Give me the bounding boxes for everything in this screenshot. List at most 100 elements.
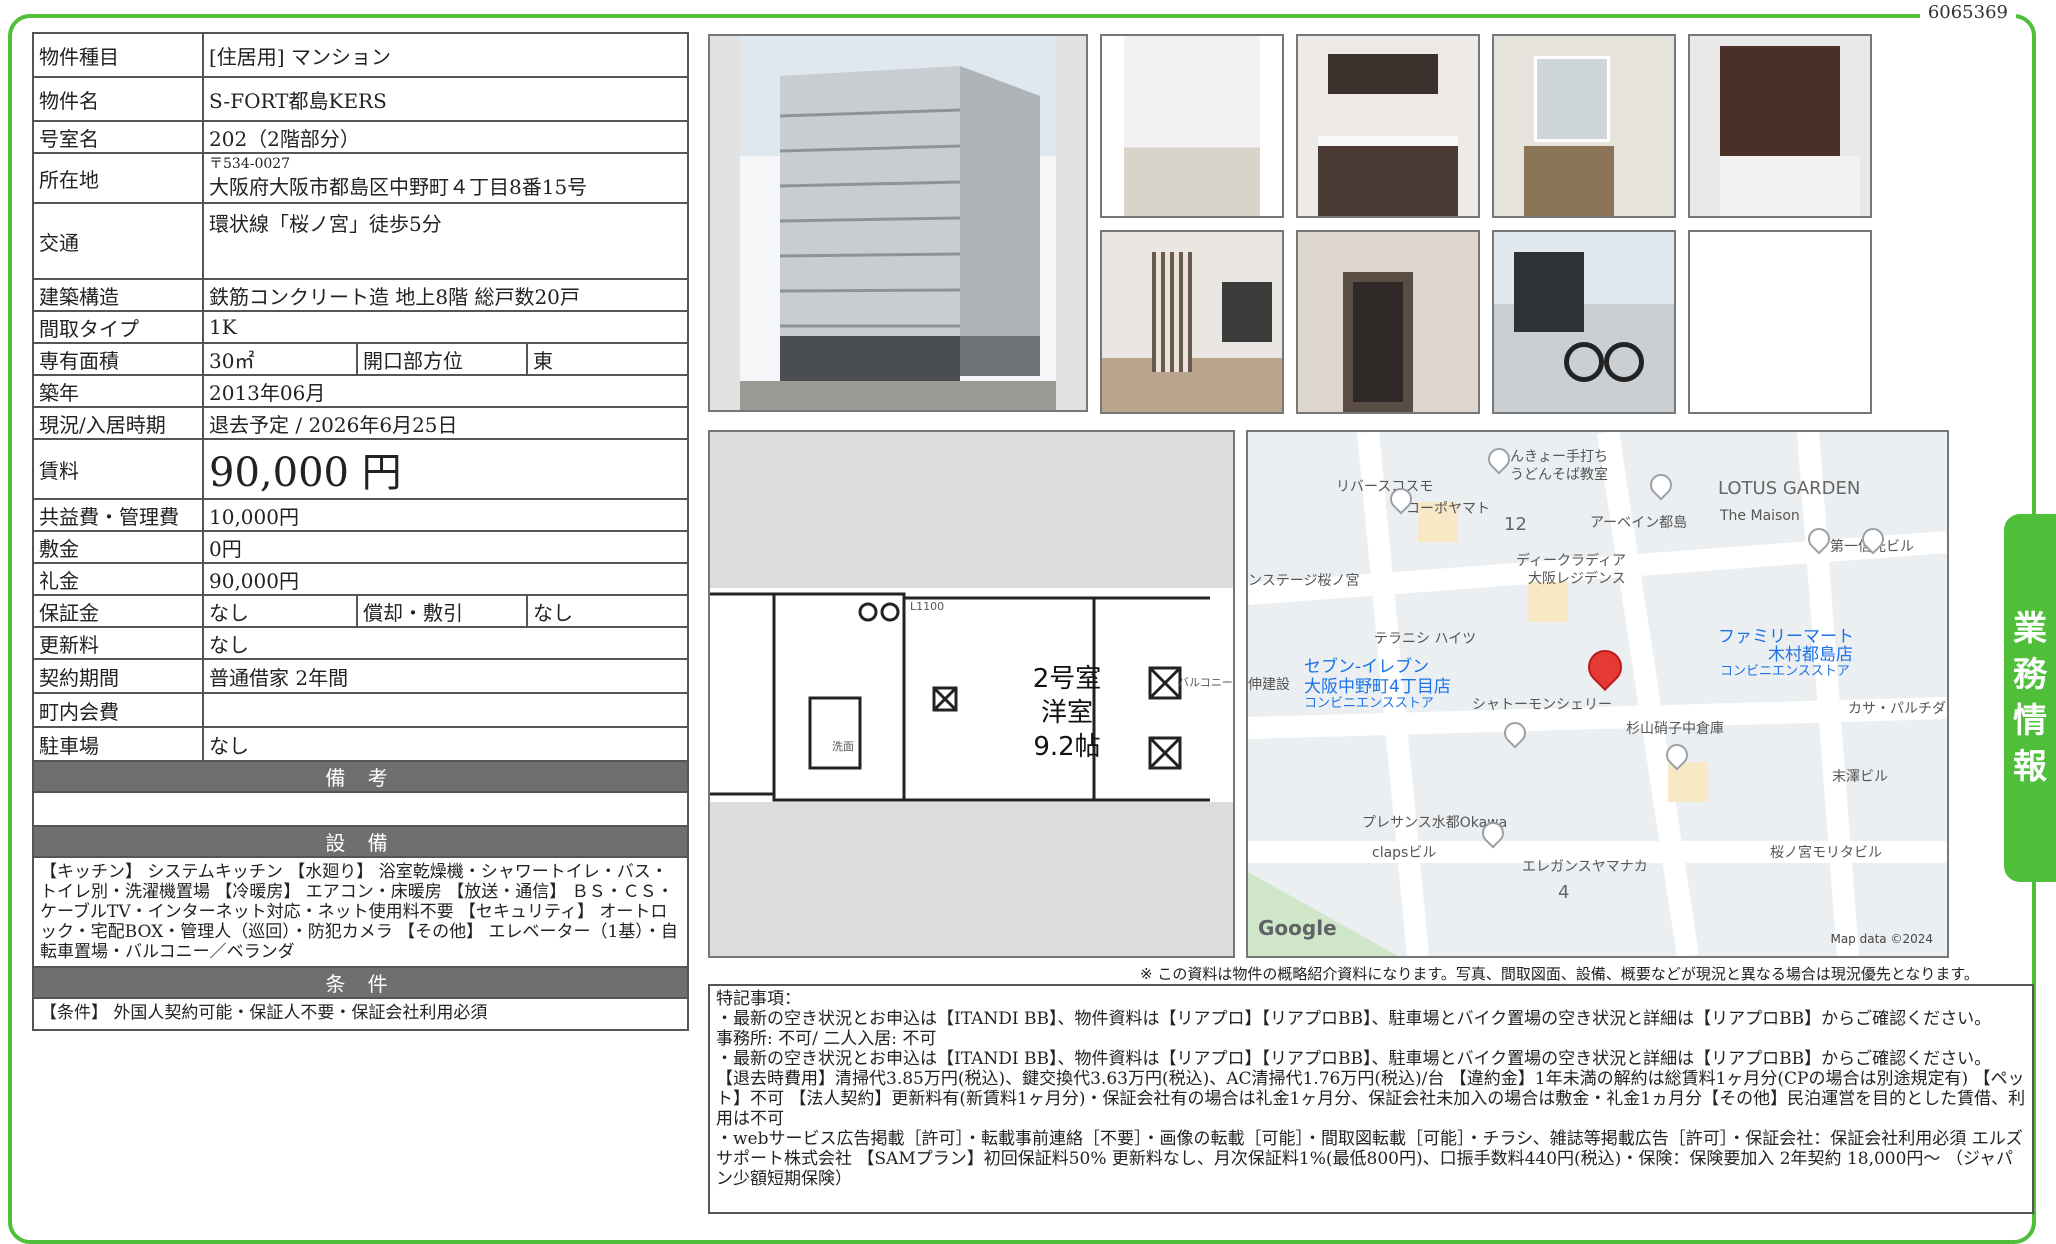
value-deposit: 0円 [202, 530, 689, 564]
value-address: 大阪府大阪市都島区中野町４丁目8番15号 [209, 174, 588, 199]
label-town-fee: 町内会費 [32, 692, 204, 728]
equipment-header: 設 備 [32, 825, 689, 858]
label-parking: 駐車場 [32, 726, 204, 762]
value-room: 202（2階部分） [202, 120, 689, 154]
value-status: 退去予定 / 2026年6月25日 [202, 406, 689, 440]
floor-plan[interactable]: 2号室 洋室 9.2帖 L1100 洗面 バルコニー [708, 430, 1235, 958]
map-label: アーベイン都島 [1590, 515, 1688, 531]
property-info-table: 物件種目 [住居用] マンション 物件名 S-FORT都島KERS 号室名 202（2… [32, 32, 689, 1031]
special-notes: 特記事項： ・最新の空き状況とお申込は【ITANDI BB】、物件資料は【リアプ… [708, 984, 2034, 1214]
special-notes-line: ・最新の空き状況とお申込は【ITANDI BB】、物件資料は【リアプロ】【リアプ… [716, 1009, 1992, 1029]
label-room: 号室名 [32, 120, 204, 154]
map-label: リバースコスモ [1336, 479, 1434, 495]
map-label: 桜ノ宮モリタビル [1770, 845, 1882, 861]
floor-plan-room-number: 2号室 [1032, 664, 1102, 694]
map-label: ディークラディア [1516, 553, 1627, 569]
postal-code: 〒534-0027 [209, 155, 291, 172]
value-type: [住居用] マンション [202, 32, 689, 78]
value-renewal: なし [202, 626, 689, 660]
label-status: 現況/入居時期 [32, 406, 204, 440]
value-contract: 普通借家 2年間 [202, 658, 689, 694]
document-id: 6065369 [1919, 2, 2016, 23]
side-tab-char: 報 [2013, 747, 2047, 787]
conditions-text: 【条件】 外国人契約可能・保証人不要・保証会社利用必須 [32, 997, 689, 1031]
map-label: テラニシ ハイツ [1374, 631, 1477, 647]
map-label: 杉山硝子中倉庫 [1626, 721, 1724, 737]
value-rent: 90,000 円 [202, 438, 689, 500]
map-label: エレガンスヤマナカ [1522, 859, 1648, 875]
map-label: コーポヤマト [1406, 501, 1490, 517]
google-logo: Google [1258, 916, 1337, 940]
special-notes-line: ・webサービス広告掲載［許可］・転載事前連絡［不要］・画像の転載［可能］・間取… [716, 1129, 2023, 1189]
photo-entrance[interactable] [1100, 230, 1284, 414]
photo-empty-slot [1688, 230, 1872, 414]
value-orientation: 東 [526, 342, 689, 376]
special-notes-line: 事務所: 不可/ 二人入居: 不可 [716, 1029, 937, 1049]
location-map[interactable]: めんきょー手打ち うどんそば教室 リバースコスモ コーポヤマト 12 アーベイン… [1246, 430, 1949, 958]
floor-plan-small-label: バルコニー [1178, 676, 1233, 689]
value-key-money: 90,000円 [202, 562, 689, 596]
remarks-cell [32, 791, 689, 827]
value-parking: なし [202, 726, 689, 762]
photo-bicycle-parking[interactable] [1492, 230, 1676, 414]
label-fee: 共益費・管理費 [32, 498, 204, 532]
floor-plan-small-label: L1100 [910, 600, 945, 613]
photo-room[interactable] [1100, 34, 1284, 218]
label-contract: 契約期間 [32, 658, 204, 694]
label-type: 物件種目 [32, 32, 204, 78]
special-notes-title: 特記事項： [716, 989, 801, 1009]
map-label: 大阪レジデンス [1528, 571, 1626, 587]
map-label: うどんそば教室 [1510, 467, 1608, 483]
building-illustration [740, 36, 1056, 410]
value-access: 環状線「桜ノ宮」徒歩5分 [202, 202, 689, 280]
business-info-tab[interactable]: 業 務 情 報 [2004, 514, 2056, 882]
conditions-header: 条 件 [32, 966, 689, 999]
value-amortization: なし [526, 594, 689, 628]
label-amortization: 償却・敷引 [356, 594, 528, 628]
label-rent: 賃料 [32, 438, 204, 500]
equipment-text: 【キッチン】 システムキッチン 【水廻り】 浴室乾燥機・シャワートイレ・バス・ト… [32, 856, 689, 968]
building-photo[interactable] [708, 34, 1088, 412]
photo-elevator[interactable] [1296, 230, 1480, 414]
label-address: 所在地 [32, 152, 204, 204]
floor-plan-room-size: 9.2帖 [1033, 732, 1101, 762]
photo-washroom[interactable] [1492, 34, 1676, 218]
label-area: 専有面積 [32, 342, 204, 376]
map-label: コンビニエンスストア [1720, 664, 1850, 679]
map-label: 伸建設 [1248, 677, 1290, 693]
floor-plan-drawing [710, 592, 1210, 802]
floor-plan-room-type: 洋室 [1040, 698, 1093, 728]
map-label: 12 [1504, 514, 1527, 535]
map-label: 4 [1558, 882, 1570, 903]
value-name: S-FORT都島KERS [202, 76, 689, 122]
photo-kitchen[interactable] [1296, 34, 1480, 218]
map-label: The Maison [1720, 508, 1800, 524]
side-tab-char: 情 [2013, 701, 2047, 741]
label-renewal: 更新料 [32, 626, 204, 660]
map-label: カサ・パルチダ [1848, 701, 1946, 717]
footnote: ※ この資料は物件の概略紹介資料になります。写真、間取図面、設備、概要などが現況… [1140, 965, 1979, 983]
value-built: 2013年06月 [202, 374, 689, 408]
map-label: コンビニエンスストア [1304, 696, 1434, 711]
map-label: めんきょー手打ち [1496, 449, 1608, 465]
label-deposit: 敷金 [32, 530, 204, 564]
map-label: ンステージ桜ノ宮 [1248, 573, 1360, 589]
special-notes-line: ・最新の空き状況とお申込は【ITANDI BB】、物件資料は【リアプロ】【リアプ… [716, 1049, 2026, 1129]
remarks-header: 備 考 [32, 760, 689, 793]
value-town-fee [202, 692, 689, 728]
value-guarantee: なし [202, 594, 358, 628]
map-attribution: Map data ©2024 [1830, 932, 1933, 946]
value-address-cell: 〒534-0027 大阪府大阪市都島区中野町４丁目8番15号 [202, 152, 689, 204]
side-tab-char: 務 [2013, 655, 2047, 695]
label-built: 築年 [32, 374, 204, 408]
side-tab-char: 業 [2013, 609, 2047, 649]
photo-bathroom[interactable] [1688, 34, 1872, 218]
value-structure: 鉄筋コンクリート造 地上8階 総戸数20戸 [202, 278, 689, 312]
value-fee: 10,000円 [202, 498, 689, 532]
map-label: 末澤ビル [1832, 769, 1888, 785]
floor-plan-small-label: 洗面 [832, 740, 854, 753]
value-layout: 1K [202, 310, 689, 344]
label-orientation: 開口部方位 [356, 342, 528, 376]
map-label: シャトーモンシェリー [1472, 697, 1612, 713]
label-name: 物件名 [32, 76, 204, 122]
